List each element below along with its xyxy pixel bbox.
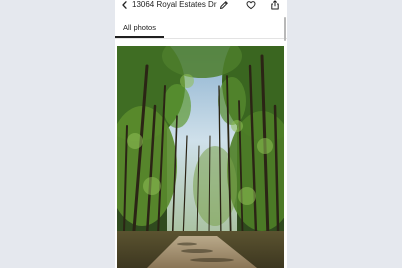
top-header: 13064 Royal Estates Dr	[115, 0, 287, 15]
forest-road-image	[117, 46, 284, 268]
share-button[interactable]	[270, 0, 280, 10]
heart-icon	[246, 1, 256, 10]
property-photo[interactable]	[117, 46, 284, 268]
back-button[interactable]	[119, 0, 129, 10]
tab-all-photos-label: All photos	[123, 22, 156, 32]
edit-button[interactable]	[219, 0, 229, 10]
tab-divider	[115, 38, 287, 39]
scrollbar[interactable]	[284, 17, 286, 41]
share-icon	[271, 0, 279, 10]
tab-all-photos[interactable]: All photos	[115, 16, 164, 38]
page-title: 13064 Royal Estates Dr	[132, 0, 217, 9]
photo-tabs: All photos	[115, 16, 287, 38]
property-photo-viewer: 13064 Royal Estates Dr All photos	[115, 0, 287, 268]
favorite-button[interactable]	[246, 0, 256, 10]
pencil-icon	[220, 1, 228, 9]
chevron-left-icon	[121, 1, 127, 9]
